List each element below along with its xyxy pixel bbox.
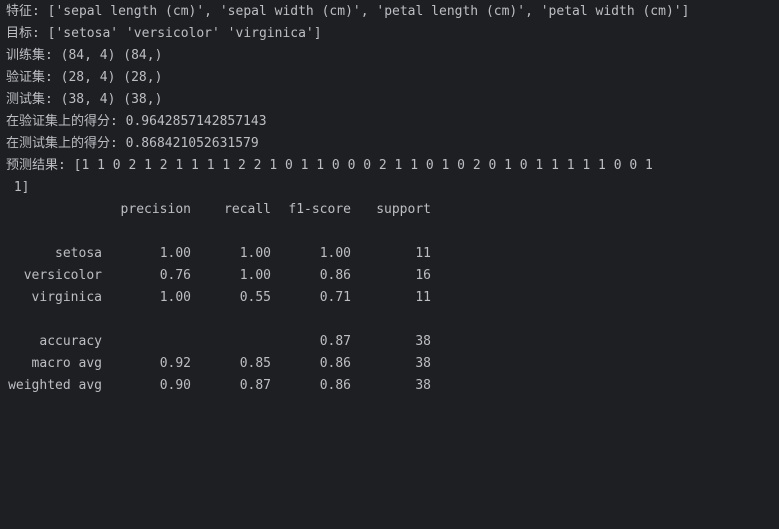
header-f1: f1-score [288, 202, 351, 217]
summary-row: accuracy 0.87 38 [6, 331, 779, 353]
report-row: virginica 1.00 0.55 0.71 11 [6, 287, 779, 309]
test-shape-line: 测试集: (38, 4) (38,) [6, 92, 163, 107]
summary-label: weighted avg [8, 378, 102, 393]
row-label: setosa [55, 246, 102, 261]
summary-row: macro avg 0.92 0.85 0.86 38 [6, 353, 779, 375]
row-label: versicolor [23, 268, 102, 283]
test-score-line: 在测试集上的得分: 0.868421052631579 [6, 136, 259, 151]
row-precision: 1.00 [159, 290, 191, 305]
summary-precision: 0.92 [159, 356, 191, 371]
summary-label: accuracy [39, 334, 102, 349]
prediction-line-cont: 1] [6, 180, 30, 195]
train-shape-line: 训练集: (84, 4) (84,) [6, 48, 163, 63]
row-f1: 1.00 [319, 246, 351, 261]
summary-f1: 0.87 [319, 334, 351, 349]
row-recall: 1.00 [239, 246, 271, 261]
row-label: virginica [31, 290, 102, 305]
report-row: setosa 1.00 1.00 1.00 11 [6, 243, 779, 265]
row-precision: 0.76 [159, 268, 191, 283]
row-support: 16 [415, 268, 431, 283]
val-score-line: 在验证集上的得分: 0.9642857142857143 [6, 114, 267, 129]
summary-row: weighted avg 0.90 0.87 0.86 38 [6, 375, 779, 397]
summary-f1: 0.86 [319, 356, 351, 371]
row-recall: 1.00 [239, 268, 271, 283]
features-line: 特征: ['sepal length (cm)', 'sepal width (… [6, 4, 690, 19]
summary-support: 38 [415, 378, 431, 393]
row-f1: 0.71 [319, 290, 351, 305]
report-header: precision recall f1-score support [6, 199, 779, 221]
header-precision: precision [120, 202, 191, 217]
targets-line: 目标: ['setosa' 'versicolor' 'virginica'] [6, 26, 322, 41]
report-row: versicolor 0.76 1.00 0.86 16 [6, 265, 779, 287]
report-blank-line [6, 309, 779, 331]
summary-label: macro avg [31, 356, 102, 371]
summary-support: 38 [415, 356, 431, 371]
report-blank-line [6, 221, 779, 243]
row-support: 11 [415, 246, 431, 261]
summary-support: 38 [415, 334, 431, 349]
prediction-line: 预测结果: [1 1 0 2 1 2 1 1 1 1 2 2 1 0 1 1 0… [6, 158, 653, 173]
summary-recall: 0.85 [239, 356, 271, 371]
row-f1: 0.86 [319, 268, 351, 283]
row-support: 11 [415, 290, 431, 305]
summary-recall: 0.87 [239, 378, 271, 393]
terminal-output: 特征: ['sepal length (cm)', 'sepal width (… [0, 0, 779, 409]
val-shape-line: 验证集: (28, 4) (28,) [6, 70, 163, 85]
row-precision: 1.00 [159, 246, 191, 261]
header-recall: recall [224, 202, 271, 217]
row-recall: 0.55 [239, 290, 271, 305]
header-support: support [376, 202, 431, 217]
summary-precision: 0.90 [159, 378, 191, 393]
summary-f1: 0.86 [319, 378, 351, 393]
